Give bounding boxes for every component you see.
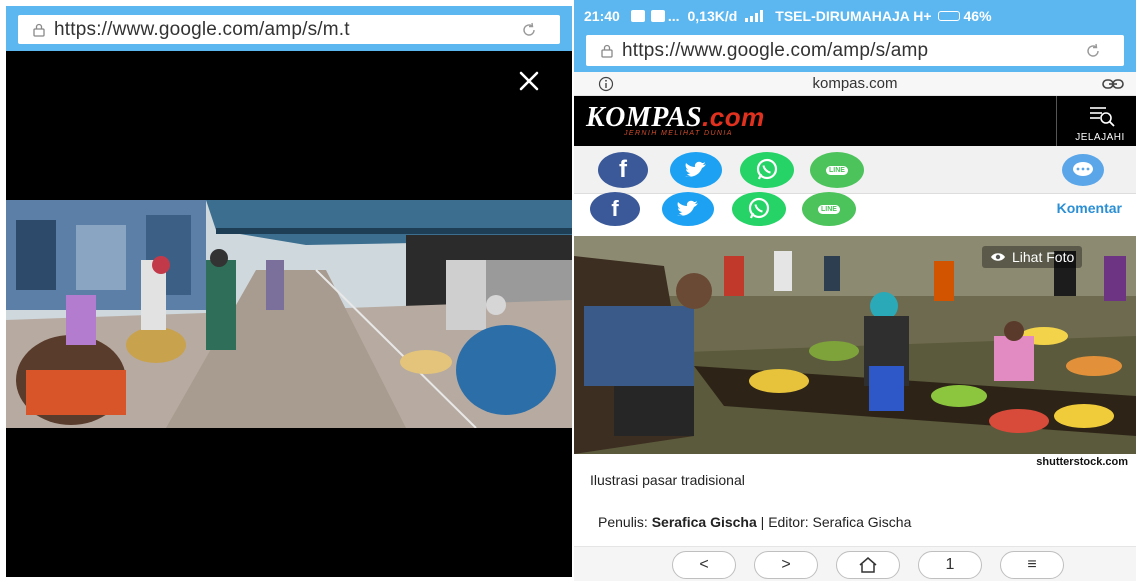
signal-icon — [745, 10, 764, 22]
url-field[interactable]: https://www.google.com/amp/s/amp — [586, 35, 1124, 66]
address-bar: https://www.google.com/amp/s/amp — [574, 32, 1136, 72]
forward-button[interactable]: > — [754, 551, 818, 579]
article-share-row: f LINE Komentar — [574, 190, 1136, 232]
byline-separator: | — [760, 514, 765, 530]
comment-button[interactable] — [1062, 154, 1104, 186]
lihat-foto-label: Lihat Foto — [1012, 249, 1075, 265]
url-text: https://www.google.com/amp/s/amp — [622, 39, 929, 61]
site-domain: kompas.com — [812, 75, 898, 92]
facebook-icon: f — [619, 156, 627, 183]
back-chevron-icon: < — [699, 556, 709, 573]
whatsapp-notification-icon — [630, 10, 645, 22]
lihat-foto-button[interactable]: Lihat Foto — [982, 246, 1083, 268]
explore-search-icon — [1090, 107, 1115, 127]
jelajahi-button[interactable]: JELAJAHI — [1064, 102, 1136, 146]
url-field[interactable]: https://www.google.com/amp/s/m.t — [18, 15, 560, 44]
photo-caption: Ilustrasi pasar tradisional — [590, 472, 745, 488]
link-icon[interactable] — [1102, 77, 1124, 91]
left-screen-image-viewer: https://www.google.com/amp/s/m.t — [6, 6, 572, 577]
reload-icon[interactable] — [520, 21, 538, 39]
lock-icon — [601, 44, 613, 58]
home-icon — [859, 557, 877, 573]
reload-icon[interactable] — [1084, 42, 1102, 60]
byline: Penulis: Serafica Gischa | Editor: Seraf… — [598, 514, 911, 530]
status-time: 21:40 — [584, 8, 620, 24]
right-screen-article: 21:40 ... 0,13K/d TSEL-DIRUMAHAJA H+ 46% — [574, 0, 1136, 581]
logo-brand: KOMPAS — [586, 102, 703, 133]
amp-site-bar: kompas.com — [574, 72, 1136, 96]
sticky-share-bar: f LINE — [574, 146, 1136, 194]
header-divider — [1056, 96, 1057, 146]
menu-icon: ≡ — [1027, 556, 1037, 573]
status-battery: 46% — [963, 8, 992, 24]
floating-market-photo[interactable] — [574, 236, 1136, 454]
twitter-icon — [677, 200, 698, 216]
facebook-icon: f — [611, 196, 619, 221]
photo-credit: shutterstock.com — [1036, 456, 1128, 468]
tabs-button[interactable]: 1 — [918, 551, 982, 579]
logo-tld: .com — [702, 102, 765, 132]
editor-name[interactable]: Serafica Gischa — [813, 514, 912, 530]
whatsapp-share-button[interactable] — [740, 152, 794, 188]
facebook-share-button[interactable]: f — [598, 152, 648, 188]
info-icon[interactable] — [598, 76, 614, 92]
lock-icon — [33, 23, 45, 37]
logo-tagline: JERNIH MELIHAT DUNIA — [624, 130, 733, 137]
status-bar: 21:40 ... 0,13K/d TSEL-DIRUMAHAJA H+ 46% — [574, 0, 1136, 32]
penulis-name[interactable]: Serafica Gischa — [652, 514, 757, 530]
status-speed: 0,13K/d — [687, 8, 738, 24]
line-icon: LINE — [818, 204, 840, 214]
line-share-button[interactable]: LINE — [802, 192, 856, 226]
komentar-link[interactable]: Komentar — [1057, 200, 1122, 216]
twitter-icon — [685, 161, 706, 177]
menu-button[interactable]: ≡ — [1000, 551, 1064, 579]
status-dots: ... — [667, 8, 680, 24]
line-icon: LINE — [826, 165, 848, 175]
editor-label: Editor: — [768, 514, 809, 530]
jelajahi-label: JELAJAHI — [1075, 132, 1125, 143]
close-icon[interactable] — [516, 68, 542, 94]
street-market-photo[interactable] — [6, 200, 572, 428]
whatsapp-share-button[interactable] — [732, 192, 786, 226]
screenshot-composite: https://www.google.com/amp/s/m.t 21:40 .… — [0, 0, 1136, 581]
twitter-share-button[interactable] — [662, 192, 714, 226]
kompas-header: KOMPAS.com JERNIH MELIHAT DUNIA JELAJAHI — [574, 96, 1136, 146]
whatsapp-icon — [748, 197, 770, 219]
address-bar: https://www.google.com/amp/s/m.t — [6, 6, 572, 51]
gallery-notification-icon — [650, 10, 665, 22]
tabs-count: 1 — [945, 556, 955, 573]
home-button[interactable] — [836, 551, 900, 579]
status-carrier: TSEL-DIRUMAHAJA H+ — [775, 8, 932, 24]
line-share-button[interactable]: LINE — [810, 152, 864, 188]
browser-bottom-nav: < > 1 ≡ — [574, 546, 1136, 581]
comment-bubble-icon — [1073, 162, 1093, 176]
facebook-share-button[interactable]: f — [590, 192, 640, 226]
forward-chevron-icon: > — [781, 556, 791, 573]
back-button[interactable]: < — [672, 551, 736, 579]
url-text: https://www.google.com/amp/s/m.t — [54, 18, 350, 40]
whatsapp-icon — [756, 158, 778, 180]
penulis-label: Penulis: — [598, 514, 648, 530]
twitter-share-button[interactable] — [670, 152, 722, 188]
eye-icon — [991, 253, 1005, 261]
battery-icon — [937, 11, 960, 21]
